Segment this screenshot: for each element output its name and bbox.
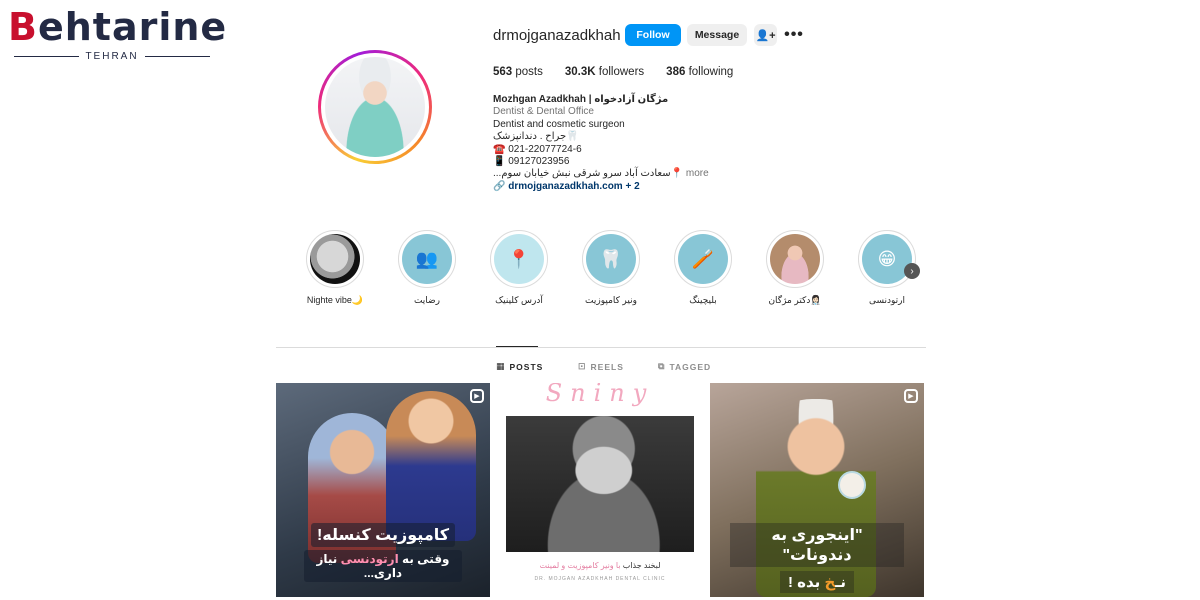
highlight-composite-veneer[interactable]: 🦷 ونیر کامپوزیت — [576, 230, 646, 306]
highlight-label: ارتودنسی — [868, 295, 906, 305]
people-icon: 👥 — [402, 234, 452, 284]
bio-mobile: 📱 09127023956 — [493, 156, 570, 168]
reel-icon: ▶ — [904, 389, 918, 403]
stat-following[interactable]: 386 following — [666, 66, 733, 78]
braces-icon: 😁 — [862, 234, 912, 284]
more-icon: ••• — [784, 26, 804, 43]
highlight-label: دکتر مژگان👩🏻‍⚕️ — [768, 295, 822, 305]
avatar-photo — [325, 57, 425, 157]
post-title: Sniny — [545, 383, 655, 407]
bio-phone: ☎️ 021-22077724-6 — [493, 143, 582, 155]
highlight-bleaching[interactable]: 🪥 بلیچینگ — [668, 230, 738, 306]
post-overlay-text: کامپوزیت کنسله! وقتی به ارتودنسی نیاز دا… — [304, 523, 462, 582]
highlight-night-vibe[interactable]: Nighte vibe🌙 — [300, 230, 370, 306]
logo-wordmark: Behtarine — [8, 5, 228, 49]
highlight-clinic-address[interactable]: 📍 آدرس کلینیک — [484, 230, 554, 306]
message-button[interactable]: Message — [687, 24, 747, 46]
highlight-satisfaction[interactable]: 👥 رضایت — [392, 230, 462, 306]
bio-website-link[interactable]: drmojganazadkhah.com + 2 — [508, 181, 639, 192]
grid-icon: ▦ — [496, 361, 506, 371]
bio-category: Dentist & Dental Office — [493, 106, 594, 118]
tabs-divider — [276, 347, 926, 348]
link-icon: 🔗 — [493, 180, 506, 192]
moon-icon — [310, 234, 360, 284]
bio-address: 📍سعادت آباد سرو شرقی نبش خیابان سوم... — [493, 168, 684, 180]
site-logo[interactable]: Behtarine TEHRAN — [8, 6, 226, 62]
tab-tagged[interactable]: ⧉ TAGGED — [658, 361, 711, 372]
post-tile[interactable]: ▶ "اینجوری به دندونات" نـخ بده ! — [710, 383, 924, 597]
bio-name: Mozhgan Azadkhah | مژگان آزادخواه — [493, 94, 669, 105]
profile-stats: 563 posts 30.3K followers 386 following — [493, 66, 755, 78]
toothbrush-icon: 🪥 — [678, 234, 728, 284]
stat-posts: 563 posts — [493, 66, 543, 78]
reels-icon: ⊡ — [578, 361, 587, 371]
highlight-label: Nighte vibe🌙 — [306, 295, 364, 305]
bio-line: 🦷جراح . دندانپزشک — [493, 131, 579, 143]
add-user-icon: 👤+ — [755, 29, 776, 42]
reel-icon: ▶ — [470, 389, 484, 403]
tooth-icon: 🦷 — [586, 234, 636, 284]
highlight-label: آدرس کلینیک — [495, 295, 543, 305]
follow-button[interactable]: Follow — [625, 24, 681, 46]
post-image-object — [838, 471, 866, 499]
tab-posts[interactable]: ▦ POSTS — [496, 361, 543, 372]
tagged-icon: ⧉ — [658, 361, 666, 371]
portrait-icon — [770, 234, 820, 284]
highlights-next-button[interactable]: › — [904, 263, 920, 279]
post-image-person — [506, 416, 694, 552]
suggest-user-button[interactable]: 👤+ — [754, 24, 777, 46]
highlight-label: بلیچینگ — [689, 295, 717, 305]
active-tab-indicator — [496, 346, 538, 347]
chevron-right-icon: › — [910, 265, 914, 277]
post-caption: لبخند جذاب با ونیر کامپوزیت و لمینت — [539, 561, 661, 570]
post-footer-text: DR. MOJGAN AZADKHAH DENTAL CLINIC — [534, 576, 666, 582]
post-tile[interactable]: Sniny لبخند جذاب با ونیر کامپوزیت و لمین… — [493, 383, 707, 597]
post-overlay-text: "اینجوری به دندونات" نـخ بده ! — [730, 523, 904, 593]
bio-more-link[interactable]: more — [686, 168, 709, 179]
tab-reels[interactable]: ⊡ REELS — [578, 361, 624, 372]
location-pin-icon: 📍 — [494, 234, 544, 284]
highlight-label: رضایت — [413, 295, 441, 305]
logo-subtitle: TEHRAN — [14, 50, 210, 62]
bio-line: Dentist and cosmetic surgeon — [493, 118, 625, 130]
profile-bio: Mozhgan Azadkhah | مژگان آزادخواه Dentis… — [493, 94, 753, 193]
highlight-label: ونیر کامپوزیت — [585, 295, 637, 305]
more-options-button[interactable]: ••• — [783, 24, 805, 46]
highlight-doctor[interactable]: دکتر مژگان👩🏻‍⚕️ — [760, 230, 830, 306]
profile-avatar[interactable] — [318, 50, 432, 164]
profile-username: drmojganazadkhah — [493, 27, 621, 44]
story-highlights: Nighte vibe🌙 👥 رضایت 📍 آدرس کلینیک 🦷 ونی… — [300, 230, 930, 310]
post-image-person — [386, 391, 476, 541]
stat-followers[interactable]: 30.3K followers — [565, 66, 644, 78]
post-tile[interactable]: ▶ کامپوزیت کنسله! وقتی به ارتودنسی نیاز … — [276, 383, 490, 597]
